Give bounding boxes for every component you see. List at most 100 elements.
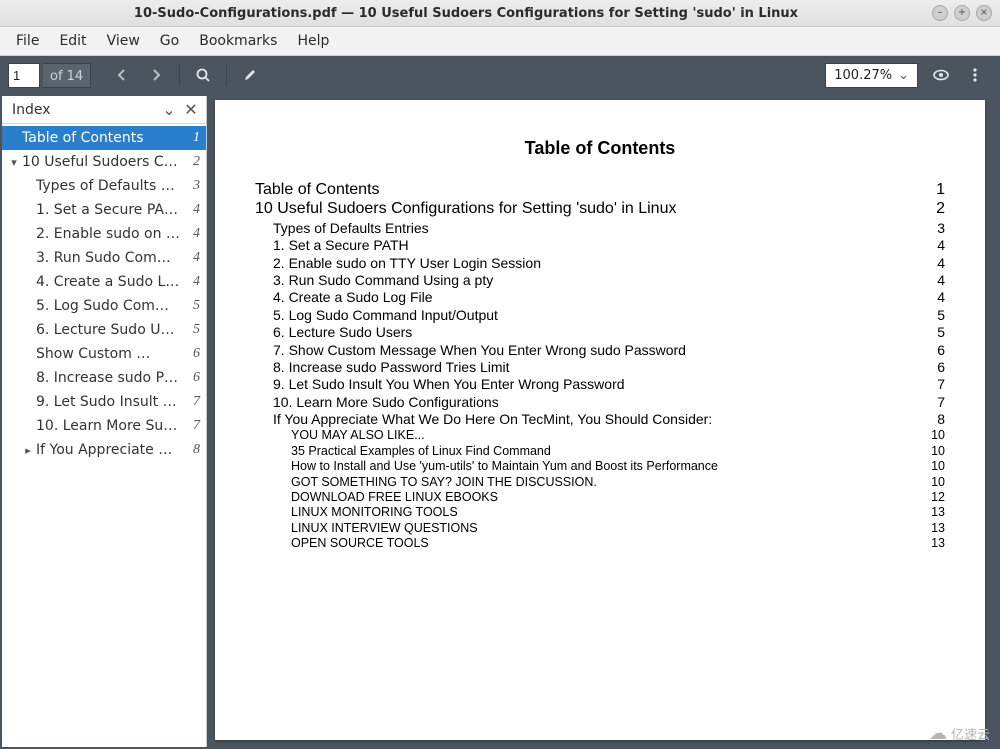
document-viewport[interactable]: Table of Contents Table of Contents110 U… [207, 94, 1000, 749]
outline-item[interactable]: 6. Lecture Sudo U…5 [2, 318, 206, 342]
toc-entry[interactable]: 2. Enable sudo on TTY User Login Session… [255, 255, 945, 271]
outline-label: 10 Useful Sudoers C… [22, 154, 182, 170]
toc-title: 3. Run Sudo Command Using a pty [273, 272, 929, 288]
page-total-label: of 14 [43, 63, 91, 88]
sidebar: Index ⌄ ✕ Table of Contents1▾10 Useful S… [2, 96, 207, 747]
titlebar: 10-Sudo-Configurations.pdf — 10 Useful S… [0, 0, 1000, 27]
cloud-icon: ☁ [929, 725, 947, 743]
outline-page: 1 [182, 130, 200, 146]
page-number-input[interactable] [8, 63, 40, 88]
pdf-page: Table of Contents Table of Contents110 U… [215, 100, 985, 740]
toc-entry[interactable]: 5. Log Sudo Command Input/Output5 [255, 307, 945, 323]
toc-entry[interactable]: 10 Useful Sudoers Configurations for Set… [255, 200, 945, 218]
toc-entry[interactable]: 3. Run Sudo Command Using a pty4 [255, 272, 945, 288]
toc-entry[interactable]: 6. Lecture Sudo Users5 [255, 324, 945, 340]
toc-entry[interactable]: Types of Defaults Entries3 [255, 220, 945, 236]
outline-page: 4 [182, 250, 200, 266]
toc-entry[interactable]: OPEN SOURCE TOOLS13 [255, 536, 945, 550]
toc-entry[interactable]: LINUX MONITORING TOOLS13 [255, 505, 945, 519]
toc-page: 7 [929, 394, 945, 410]
toc-title: 4. Create a Sudo Log File [273, 289, 929, 305]
back-button[interactable] [109, 62, 135, 88]
menubar: File Edit View Go Bookmarks Help [0, 27, 1000, 56]
outline-item[interactable]: 9. Let Sudo Insult …7 [2, 390, 206, 414]
menu-bookmarks[interactable]: Bookmarks [189, 29, 287, 53]
toc-entry[interactable]: DOWNLOAD FREE LINUX EBOOKS12 [255, 490, 945, 504]
outline-item[interactable]: 2. Enable sudo on …4 [2, 222, 206, 246]
watermark-text: 亿速云 [951, 724, 990, 743]
toc-title: Table of Contents [255, 181, 928, 199]
outline-item[interactable]: Show Custom …6 [2, 342, 206, 366]
outline-item[interactable]: 10. Learn More Su…7 [2, 414, 206, 438]
outline-item[interactable]: Table of Contents1 [2, 126, 206, 150]
outline-item[interactable]: 8. Increase sudo P…6 [2, 366, 206, 390]
menu-edit[interactable]: Edit [49, 29, 96, 53]
watermark: ☁ 亿速云 [929, 724, 990, 743]
outline-item[interactable]: 4. Create a Sudo L…4 [2, 270, 206, 294]
toc-title: 9. Let Sudo Insult You When You Enter Wr… [273, 376, 929, 392]
outline-page: 6 [182, 346, 200, 362]
toc-entry[interactable]: GOT SOMETHING TO SAY? JOIN THE DISCUSSIO… [255, 475, 945, 489]
sidebar-close-button[interactable]: ✕ [180, 99, 202, 121]
toc-title: 2. Enable sudo on TTY User Login Session [273, 255, 929, 271]
maximize-button[interactable]: + [954, 5, 970, 21]
toc-entry[interactable]: 4. Create a Sudo Log File4 [255, 289, 945, 305]
menu-view[interactable]: View [97, 29, 150, 53]
outline-item[interactable]: 5. Log Sudo Com…5 [2, 294, 206, 318]
toc-title: Types of Defaults Entries [273, 220, 929, 236]
more-menu-button[interactable] [962, 62, 988, 88]
toc-page: 4 [929, 272, 945, 288]
outline-page: 8 [182, 442, 200, 458]
toc-entry[interactable]: 9. Let Sudo Insult You When You Enter Wr… [255, 376, 945, 392]
toolbar-separator [179, 64, 180, 86]
outline-label: 8. Increase sudo P… [36, 370, 182, 386]
outline-item[interactable]: ▸If You Appreciate …8 [2, 438, 206, 462]
minimize-button[interactable]: – [932, 5, 948, 21]
outline-tree[interactable]: Table of Contents1▾10 Useful Sudoers C…2… [2, 124, 206, 747]
outline-item[interactable]: ▾10 Useful Sudoers C…2 [2, 150, 206, 174]
toc-entry[interactable]: If You Appreciate What We Do Here On Tec… [255, 411, 945, 427]
outline-page: 7 [182, 418, 200, 434]
toc-title: 35 Practical Examples of Linux Find Comm… [291, 444, 923, 458]
toolbar: of 14 100.27% ⌄ [0, 56, 1000, 94]
forward-button[interactable] [143, 62, 169, 88]
toc-page: 4 [929, 255, 945, 271]
toc-title: LINUX INTERVIEW QUESTIONS [291, 521, 923, 535]
view-mode-button[interactable] [928, 62, 954, 88]
outline-label: 2. Enable sudo on … [36, 226, 182, 242]
toc-page: 2 [928, 200, 945, 218]
toc-entry[interactable]: 35 Practical Examples of Linux Find Comm… [255, 444, 945, 458]
toc-entry[interactable]: How to Install and Use 'yum-utils' to Ma… [255, 459, 945, 473]
outline-label: Types of Defaults … [36, 178, 182, 194]
menu-help[interactable]: Help [287, 29, 339, 53]
outline-page: 7 [182, 394, 200, 410]
toc-entry[interactable]: LINUX INTERVIEW QUESTIONS13 [255, 521, 945, 535]
toc-title: 10. Learn More Sudo Configurations [273, 394, 929, 410]
toc-page: 10 [923, 459, 945, 473]
outline-page: 4 [182, 226, 200, 242]
sidebar-dropdown-button[interactable]: ⌄ [158, 99, 180, 121]
outline-item[interactable]: 3. Run Sudo Com…4 [2, 246, 206, 270]
search-button[interactable] [190, 62, 216, 88]
toc-entry[interactable]: 10. Learn More Sudo Configurations7 [255, 394, 945, 410]
disclosure-icon[interactable]: ▾ [6, 156, 22, 169]
toc-entry[interactable]: 8. Increase sudo Password Tries Limit6 [255, 359, 945, 375]
menu-file[interactable]: File [6, 29, 49, 53]
outline-item[interactable]: 1. Set a Secure PA…4 [2, 198, 206, 222]
page-heading: Table of Contents [255, 138, 945, 159]
disclosure-icon[interactable]: ▸ [20, 444, 36, 457]
toc-page: 10 [923, 444, 945, 458]
annotate-button[interactable] [237, 62, 263, 88]
toc-page: 8 [929, 411, 945, 427]
close-button[interactable]: × [976, 5, 992, 21]
toc-entry[interactable]: 1. Set a Secure PATH4 [255, 237, 945, 253]
outline-page: 6 [182, 370, 200, 386]
toc-entry[interactable]: YOU MAY ALSO LIKE...10 [255, 428, 945, 442]
sidebar-title: Index [12, 102, 158, 118]
toc-entry[interactable]: Table of Contents1 [255, 181, 945, 199]
toc-entry[interactable]: 7. Show Custom Message When You Enter Wr… [255, 342, 945, 358]
toc-page: 5 [929, 307, 945, 323]
zoom-dropdown[interactable]: 100.27% ⌄ [825, 63, 918, 88]
menu-go[interactable]: Go [150, 29, 189, 53]
outline-item[interactable]: Types of Defaults …3 [2, 174, 206, 198]
